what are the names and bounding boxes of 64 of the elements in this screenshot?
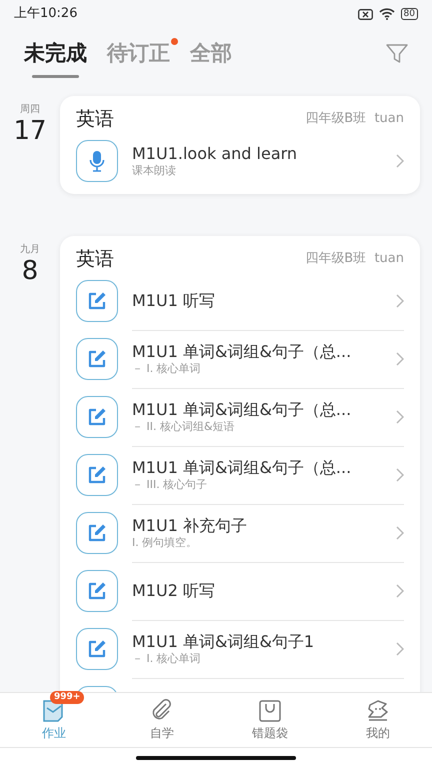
microphone-icon [89,150,105,172]
class-info: 四年级B班 tuan [305,250,404,268]
nav-label: 作业 [42,724,66,742]
task-subtitle: － I. 核心单词 [132,362,202,376]
task-title: M1U1 单词&词组&句子（总... [132,400,352,420]
task-row[interactable]: M1U1 补充句子 I. 例句填空。 [76,504,404,562]
task-row[interactable]: M1U2 听写 [76,562,404,620]
date-label: 周四 [20,103,40,117]
edit-icon [87,349,107,369]
date-label: 九月 [20,242,40,257]
task-subtitle: － II. 核心词组&短语 [132,420,236,434]
task-title: M1U1 补充句子 [132,516,248,536]
task-title: M1U1 单词&词组&句子（总... [132,458,352,478]
notebook-icon [42,698,66,722]
chevron-right-icon [396,352,404,366]
task-subtitle: 课本朗读 [132,164,177,178]
nav-label: 我的 [366,724,390,742]
nav-label: 错题袋 [252,724,288,742]
sim-card-icon [358,8,373,20]
filter-icon[interactable] [386,44,408,64]
edit-icon [87,639,107,659]
task-row[interactable]: M1U1 单词&词组&句子（总... － III. 核心句子 [76,446,404,504]
count-badge: 999+ [50,690,84,704]
edit-icon [87,523,107,543]
chevron-right-icon [396,154,404,168]
task-title: M1U1.look and learn [132,144,298,164]
subject-title: 英语 [76,246,114,272]
date-day: 17 [13,117,47,145]
nav-tab[interactable]: 我的 [324,693,432,747]
task-subtitle: － III. 核心句子 [132,478,208,492]
date-day: 8 [22,257,38,285]
task-title: M1U2 听写 [132,581,216,601]
task-row[interactable]: M1U1 单词&词组&句子（总... － I. 核心单词 [76,330,404,388]
edit-icon [87,407,107,427]
task-row[interactable]: M1U1 单词&词组&句子1 － I. 核心单词 [76,620,404,678]
edit-icon [87,291,107,311]
battery-icon: 80 [400,8,418,20]
bag-icon [258,698,282,722]
edit-icon [87,465,107,485]
tab[interactable]: 未完成 [24,32,87,76]
nav-tab[interactable]: 自学 [108,693,216,747]
subject-title: 英语 [76,106,114,132]
task-row[interactable]: M1U1 听写 [76,272,404,330]
chevron-right-icon [396,526,404,540]
task-title: M1U1 单词&词组&句子1 [132,632,316,652]
task-title: M1U1 听写 [132,291,216,311]
task-row[interactable]: M1U1.look and learn 课本朗读 [76,132,404,190]
chevron-right-icon [396,468,404,482]
edit-icon [87,581,107,601]
task-row[interactable]: M1U1 单词&词组&句子（总... － II. 核心词组&短语 [76,388,404,446]
nav-tab[interactable]: 错题袋 [216,693,324,747]
status-time: 上午10:26 [14,5,78,24]
task-title: M1U1 单词&词组&句子（总... [132,342,352,362]
nav-label: 自学 [150,724,174,742]
task-subtitle: － I. 核心单词 [132,652,202,666]
character-icon [366,698,390,722]
chevron-right-icon [396,584,404,598]
class-info: 四年级B班 tuan [305,110,404,128]
chevron-right-icon [396,294,404,308]
chevron-right-icon [396,410,404,424]
paperclip-icon [150,698,174,722]
wifi-icon [378,8,395,20]
task-subtitle: I. 例句填空。 [132,536,198,550]
chevron-right-icon [396,642,404,656]
